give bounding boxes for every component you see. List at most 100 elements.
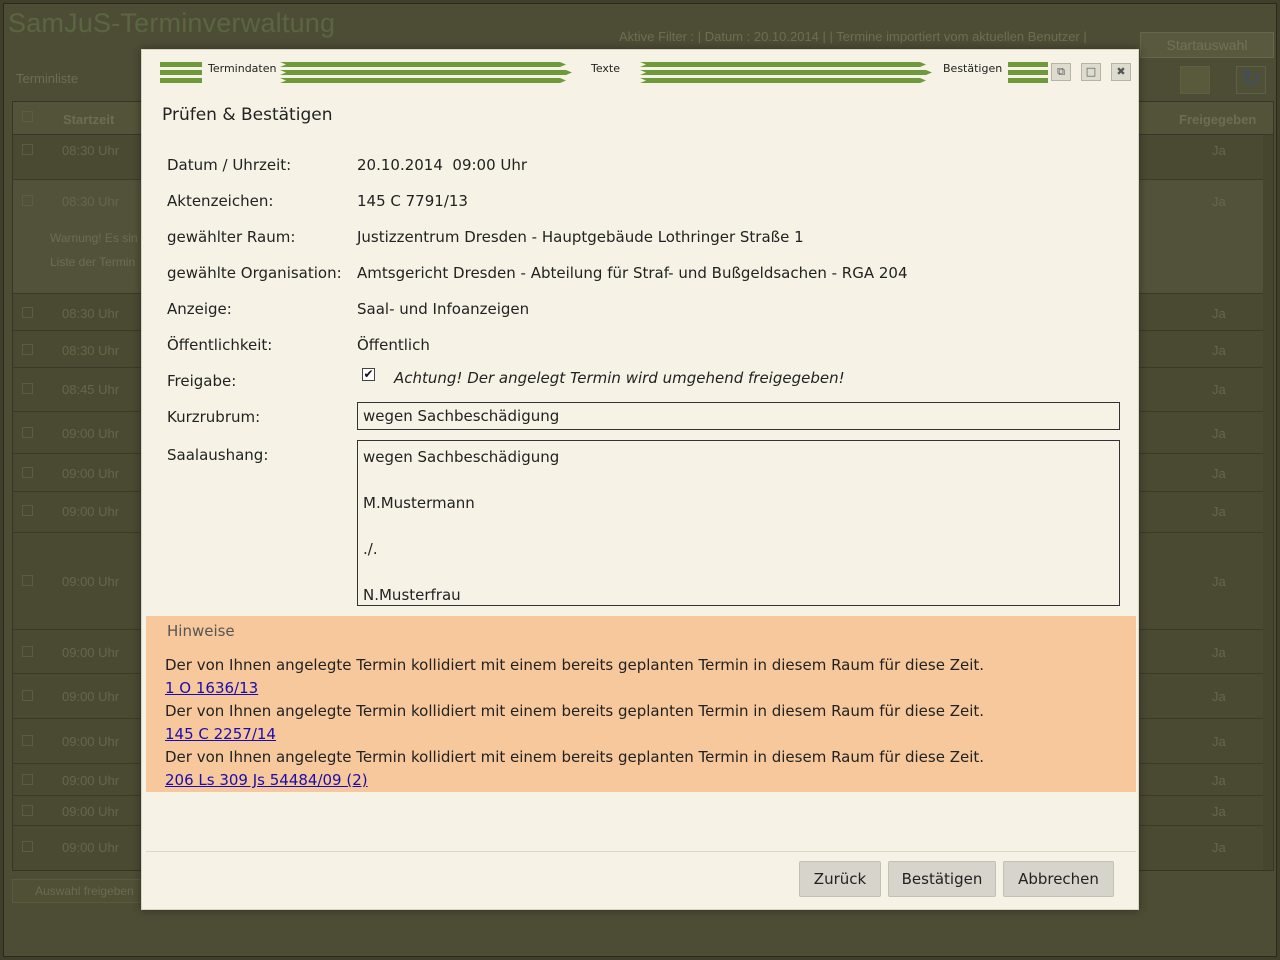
row-time: 09:00 Uhr: [62, 466, 120, 481]
aktenzeichen-label: Aktenzeichen:: [167, 192, 274, 210]
row-released: Ja: [1212, 343, 1226, 358]
row-checkbox[interactable]: [22, 467, 33, 478]
saalaushang-line: [363, 469, 1114, 492]
saalaushang-label: Saalaushang:: [167, 446, 269, 464]
row-time: 09:00 Uhr: [62, 645, 120, 660]
row-released: Ja: [1212, 306, 1226, 321]
saalaushang-line: [363, 515, 1114, 538]
conflict-link[interactable]: 206 Ls 309 Js 54484/09 (2): [165, 771, 368, 789]
row-released: Ja: [1212, 773, 1226, 788]
column-startzeit[interactable]: Startzeit: [63, 112, 114, 127]
add-appointment-icon[interactable]: [1180, 66, 1210, 94]
close-icon[interactable]: ✖: [1111, 63, 1131, 81]
row-checkbox[interactable]: [22, 144, 33, 155]
row-released: Ja: [1212, 574, 1226, 589]
datum-value: 20.10.2014 09:00 Uhr: [357, 156, 528, 174]
row-checkbox[interactable]: [22, 307, 33, 318]
back-button[interactable]: Zurück: [799, 861, 881, 897]
row-time: 09:00 Uhr: [62, 504, 120, 519]
row-time: 08:45 Uhr: [62, 382, 120, 397]
aktenzeichen-value: 145 C 7791/13: [357, 192, 468, 210]
row-checkbox[interactable]: [22, 344, 33, 355]
kurzrubrum-field[interactable]: wegen Sachbeschädigung: [357, 402, 1120, 430]
row-checkbox[interactable]: [22, 690, 33, 701]
row-released: Ja: [1212, 734, 1226, 749]
freigabe-checkbox[interactable]: ✔: [362, 368, 375, 381]
row-time: 09:00 Uhr: [62, 426, 120, 441]
freigabe-label: Freigabe:: [167, 372, 237, 390]
row-time: 09:00 Uhr: [62, 840, 120, 855]
row-time: 08:30 Uhr: [62, 194, 120, 209]
row-time: 09:00 Uhr: [62, 689, 120, 704]
row-checkbox[interactable]: [22, 505, 33, 516]
dialog-title: Prüfen & Bestätigen: [162, 105, 333, 125]
row-released: Ja: [1212, 504, 1226, 519]
row-time: 08:30 Uhr: [62, 306, 120, 321]
row-checkbox[interactable]: [22, 195, 33, 206]
hinweise-panel: Hinweise Der von Ihnen angelegte Termin …: [146, 616, 1136, 792]
filter-status: Aktive Filter : | Datum : 20.10.2014 | |…: [619, 29, 1087, 44]
row-released: Ja: [1212, 840, 1226, 855]
refresh-icon[interactable]: ↻: [1236, 66, 1266, 94]
row-time: 08:30 Uhr: [62, 343, 120, 358]
confirm-dialog: Termindaten Texte Bestätigen ⧉ □ ✖ Prüfe…: [141, 49, 1139, 910]
saalaushang-line: N.Musterfrau: [363, 586, 461, 604]
warning-list-text: Liste der Termin: [50, 255, 136, 269]
cancel-button[interactable]: Abbrechen: [1003, 861, 1114, 897]
app-title: SamJuS-Terminverwaltung: [8, 8, 336, 38]
hinweise-title: Hinweise: [167, 622, 235, 640]
warning-text: Warnung! Es sin: [50, 231, 138, 245]
conflict-link[interactable]: 145 C 2257/14: [165, 725, 276, 743]
freigabe-warning-note: Achtung! Der angelegt Termin wird umgehe…: [394, 369, 845, 387]
row-time: 09:00 Uhr: [62, 773, 120, 788]
wizard-step-texte: Texte: [591, 62, 621, 75]
row-released: Ja: [1212, 382, 1226, 397]
list-label: Terminliste: [16, 71, 79, 86]
footer-divider: [146, 851, 1136, 852]
row-checkbox[interactable]: [22, 427, 33, 438]
row-released: Ja: [1212, 143, 1226, 158]
organisation-value: Amtsgericht Dresden - Abteilung für Stra…: [357, 264, 908, 282]
confirm-button[interactable]: Bestätigen: [888, 861, 996, 897]
row-time: 09:00 Uhr: [62, 804, 120, 819]
wizard-progress: Termindaten Texte Bestätigen ⧉ □ ✖: [142, 50, 1138, 94]
row-released: Ja: [1212, 466, 1226, 481]
row-released: Ja: [1212, 426, 1226, 441]
saalaushang-line: M.Mustermann: [363, 494, 475, 512]
raum-label: gewählter Raum:: [167, 228, 296, 246]
wizard-step-termindaten: Termindaten: [208, 62, 277, 75]
organisation-label: gewählte Organisation:: [167, 264, 342, 282]
row-checkbox[interactable]: [22, 805, 33, 816]
row-released: Ja: [1212, 689, 1226, 704]
saalaushang-line: ./.: [363, 540, 378, 558]
row-checkbox[interactable]: [22, 575, 33, 586]
raum-value: Justizzentrum Dresden - Hauptgebäude Lot…: [357, 228, 804, 246]
wizard-step-bestaetigen: Bestätigen: [943, 62, 1003, 75]
anzeige-value: Saal- und Infoanzeigen: [357, 300, 530, 318]
row-checkbox[interactable]: [22, 774, 33, 785]
saalaushang-line: wegen Sachbeschädigung: [363, 448, 560, 466]
select-all-checkbox[interactable]: [22, 111, 33, 122]
row-released: Ja: [1212, 645, 1226, 660]
row-released: Ja: [1212, 804, 1226, 819]
conflict-message: Der von Ihnen angelegte Termin kollidier…: [165, 702, 985, 720]
row-checkbox[interactable]: [22, 735, 33, 746]
oeffentlichkeit-value: Öffentlich: [357, 336, 430, 354]
row-released: Ja: [1212, 194, 1226, 209]
row-checkbox[interactable]: [22, 383, 33, 394]
restore-icon[interactable]: ⧉: [1051, 63, 1071, 81]
datum-label: Datum / Uhrzeit:: [167, 156, 292, 174]
row-checkbox[interactable]: [22, 646, 33, 657]
column-freigegeben[interactable]: Freigegeben: [1179, 112, 1256, 127]
start-selection-button[interactable]: Startauswahl: [1140, 32, 1274, 58]
maximize-icon[interactable]: □: [1081, 63, 1101, 81]
row-time: 09:00 Uhr: [62, 734, 120, 749]
conflict-link[interactable]: 1 O 1636/13: [165, 679, 258, 697]
conflict-message: Der von Ihnen angelegte Termin kollidier…: [165, 656, 985, 674]
oeffentlichkeit-label: Öffentlichkeit:: [167, 336, 273, 354]
row-checkbox[interactable]: [22, 841, 33, 852]
row-time: 09:00 Uhr: [62, 574, 120, 589]
table-scrollbar[interactable]: [1263, 135, 1273, 870]
saalaushang-textarea[interactable]: wegen Sachbeschädigung M.Mustermann ./. …: [357, 440, 1120, 606]
saalaushang-line: [363, 561, 1114, 584]
